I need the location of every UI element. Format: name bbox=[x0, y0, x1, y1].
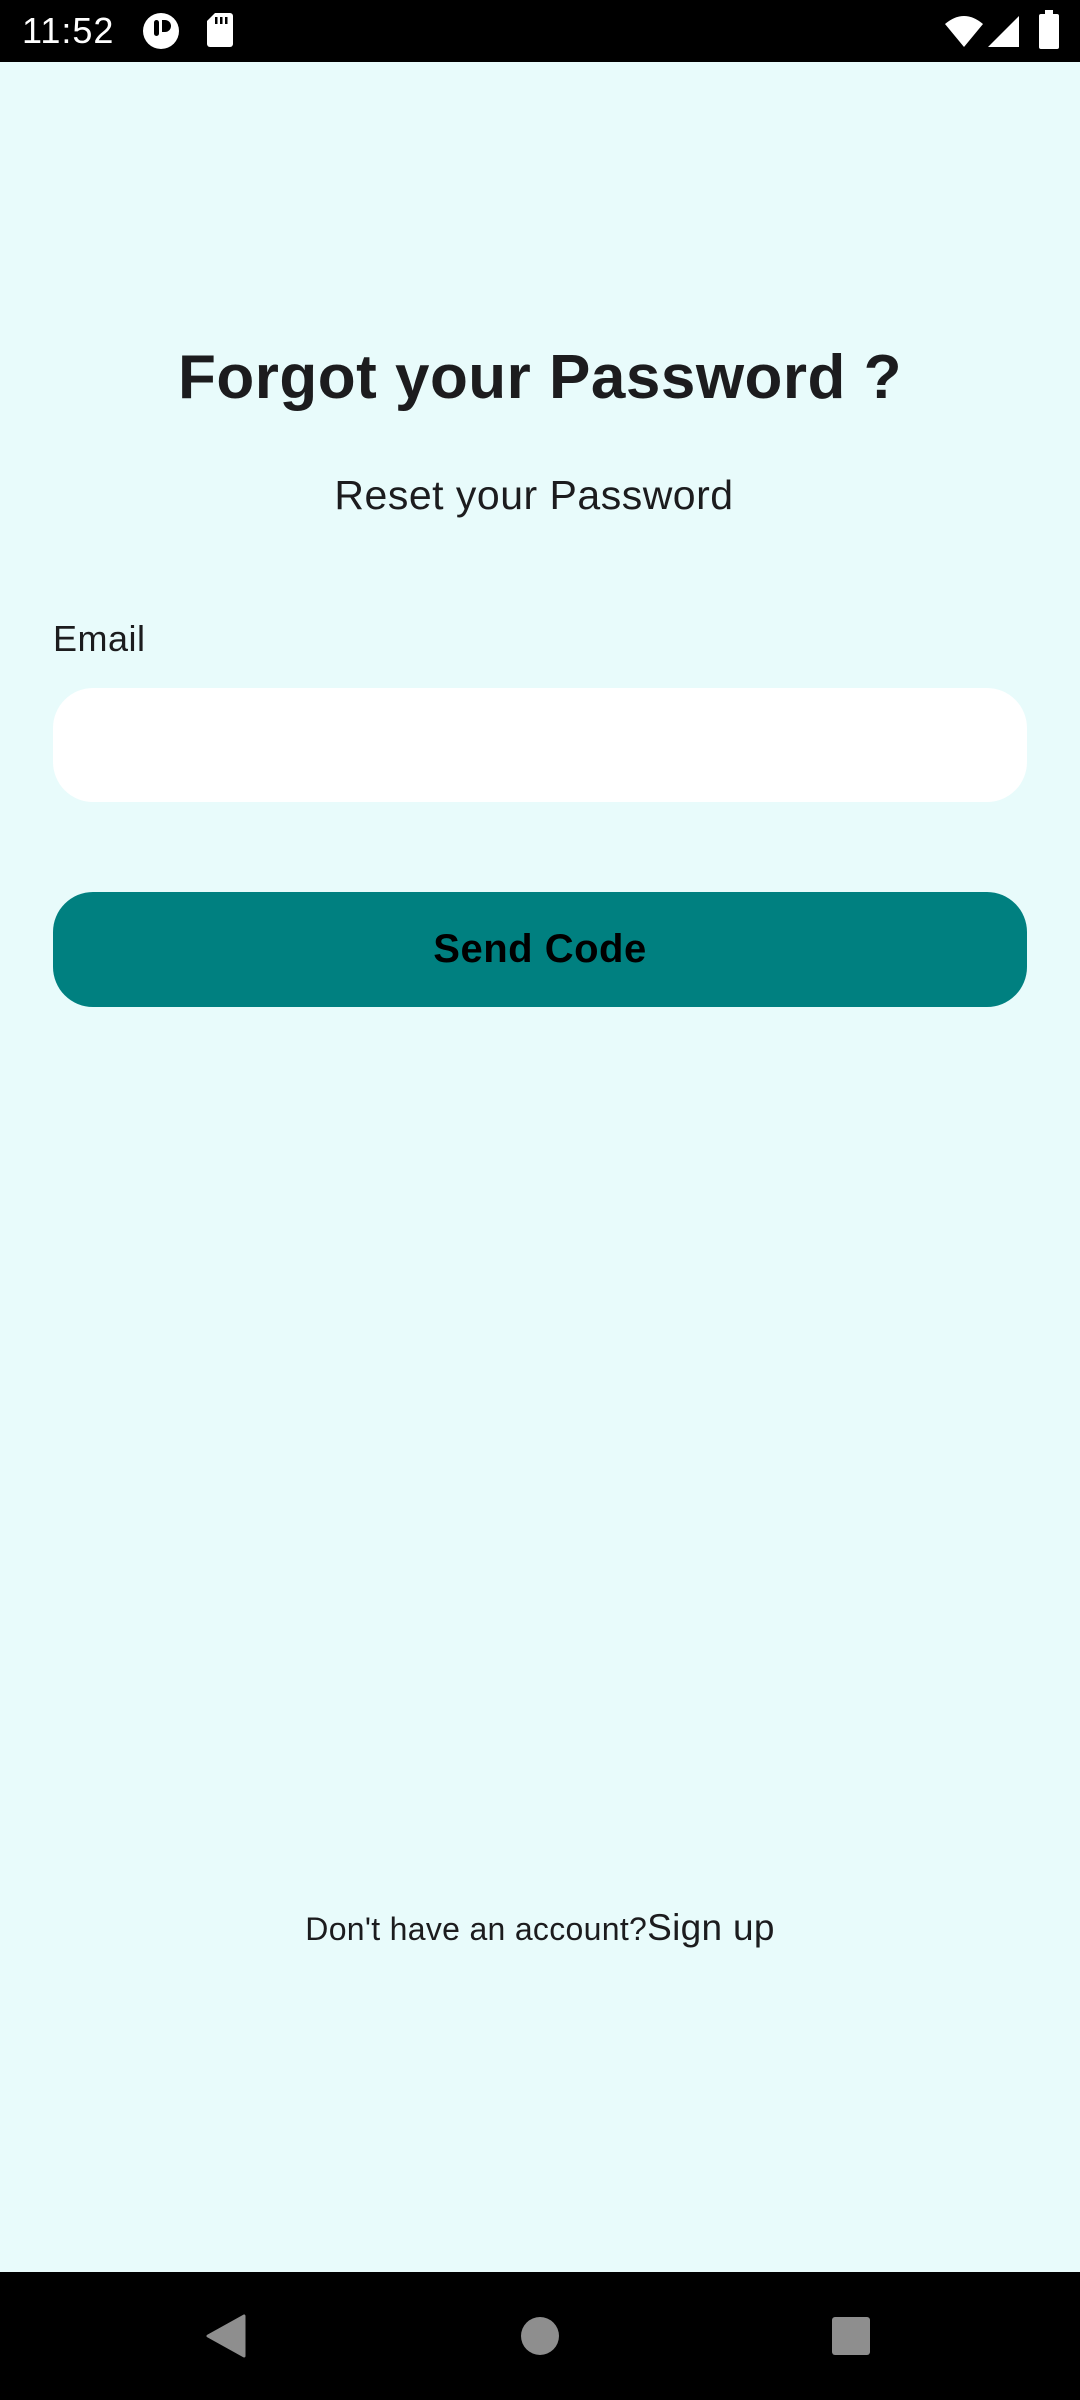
status-time: 11:52 bbox=[22, 10, 115, 51]
cellular-signal-icon bbox=[986, 14, 1020, 53]
status-bar: 11:52 bbox=[0, 0, 1080, 62]
wifi-icon bbox=[944, 14, 984, 53]
back-icon[interactable] bbox=[194, 2304, 258, 2368]
screen: 11:52 Forgot your Password ? Reset your … bbox=[0, 0, 1080, 2400]
send-code-button[interactable]: Send Code bbox=[53, 892, 1027, 1007]
navigation-bar bbox=[0, 2272, 1080, 2400]
signup-link[interactable]: Sign up bbox=[647, 1907, 775, 1948]
page-title: Forgot your Password ? bbox=[177, 343, 903, 412]
forgot-password-screen: Forgot your Password ? Reset your Passwo… bbox=[0, 62, 1080, 2272]
app-notification-icon bbox=[142, 12, 180, 55]
battery-icon bbox=[1038, 10, 1060, 55]
email-field[interactable] bbox=[53, 688, 1027, 802]
sd-card-icon bbox=[206, 12, 234, 53]
recents-icon[interactable] bbox=[819, 2304, 883, 2368]
signup-row: Don't have an account?Sign up bbox=[0, 1907, 1080, 1949]
page-subtitle: Reset your Password bbox=[334, 472, 734, 518]
home-icon[interactable] bbox=[508, 2304, 572, 2368]
signup-prompt: Don't have an account? bbox=[305, 1911, 648, 1947]
email-label: Email bbox=[53, 618, 146, 659]
